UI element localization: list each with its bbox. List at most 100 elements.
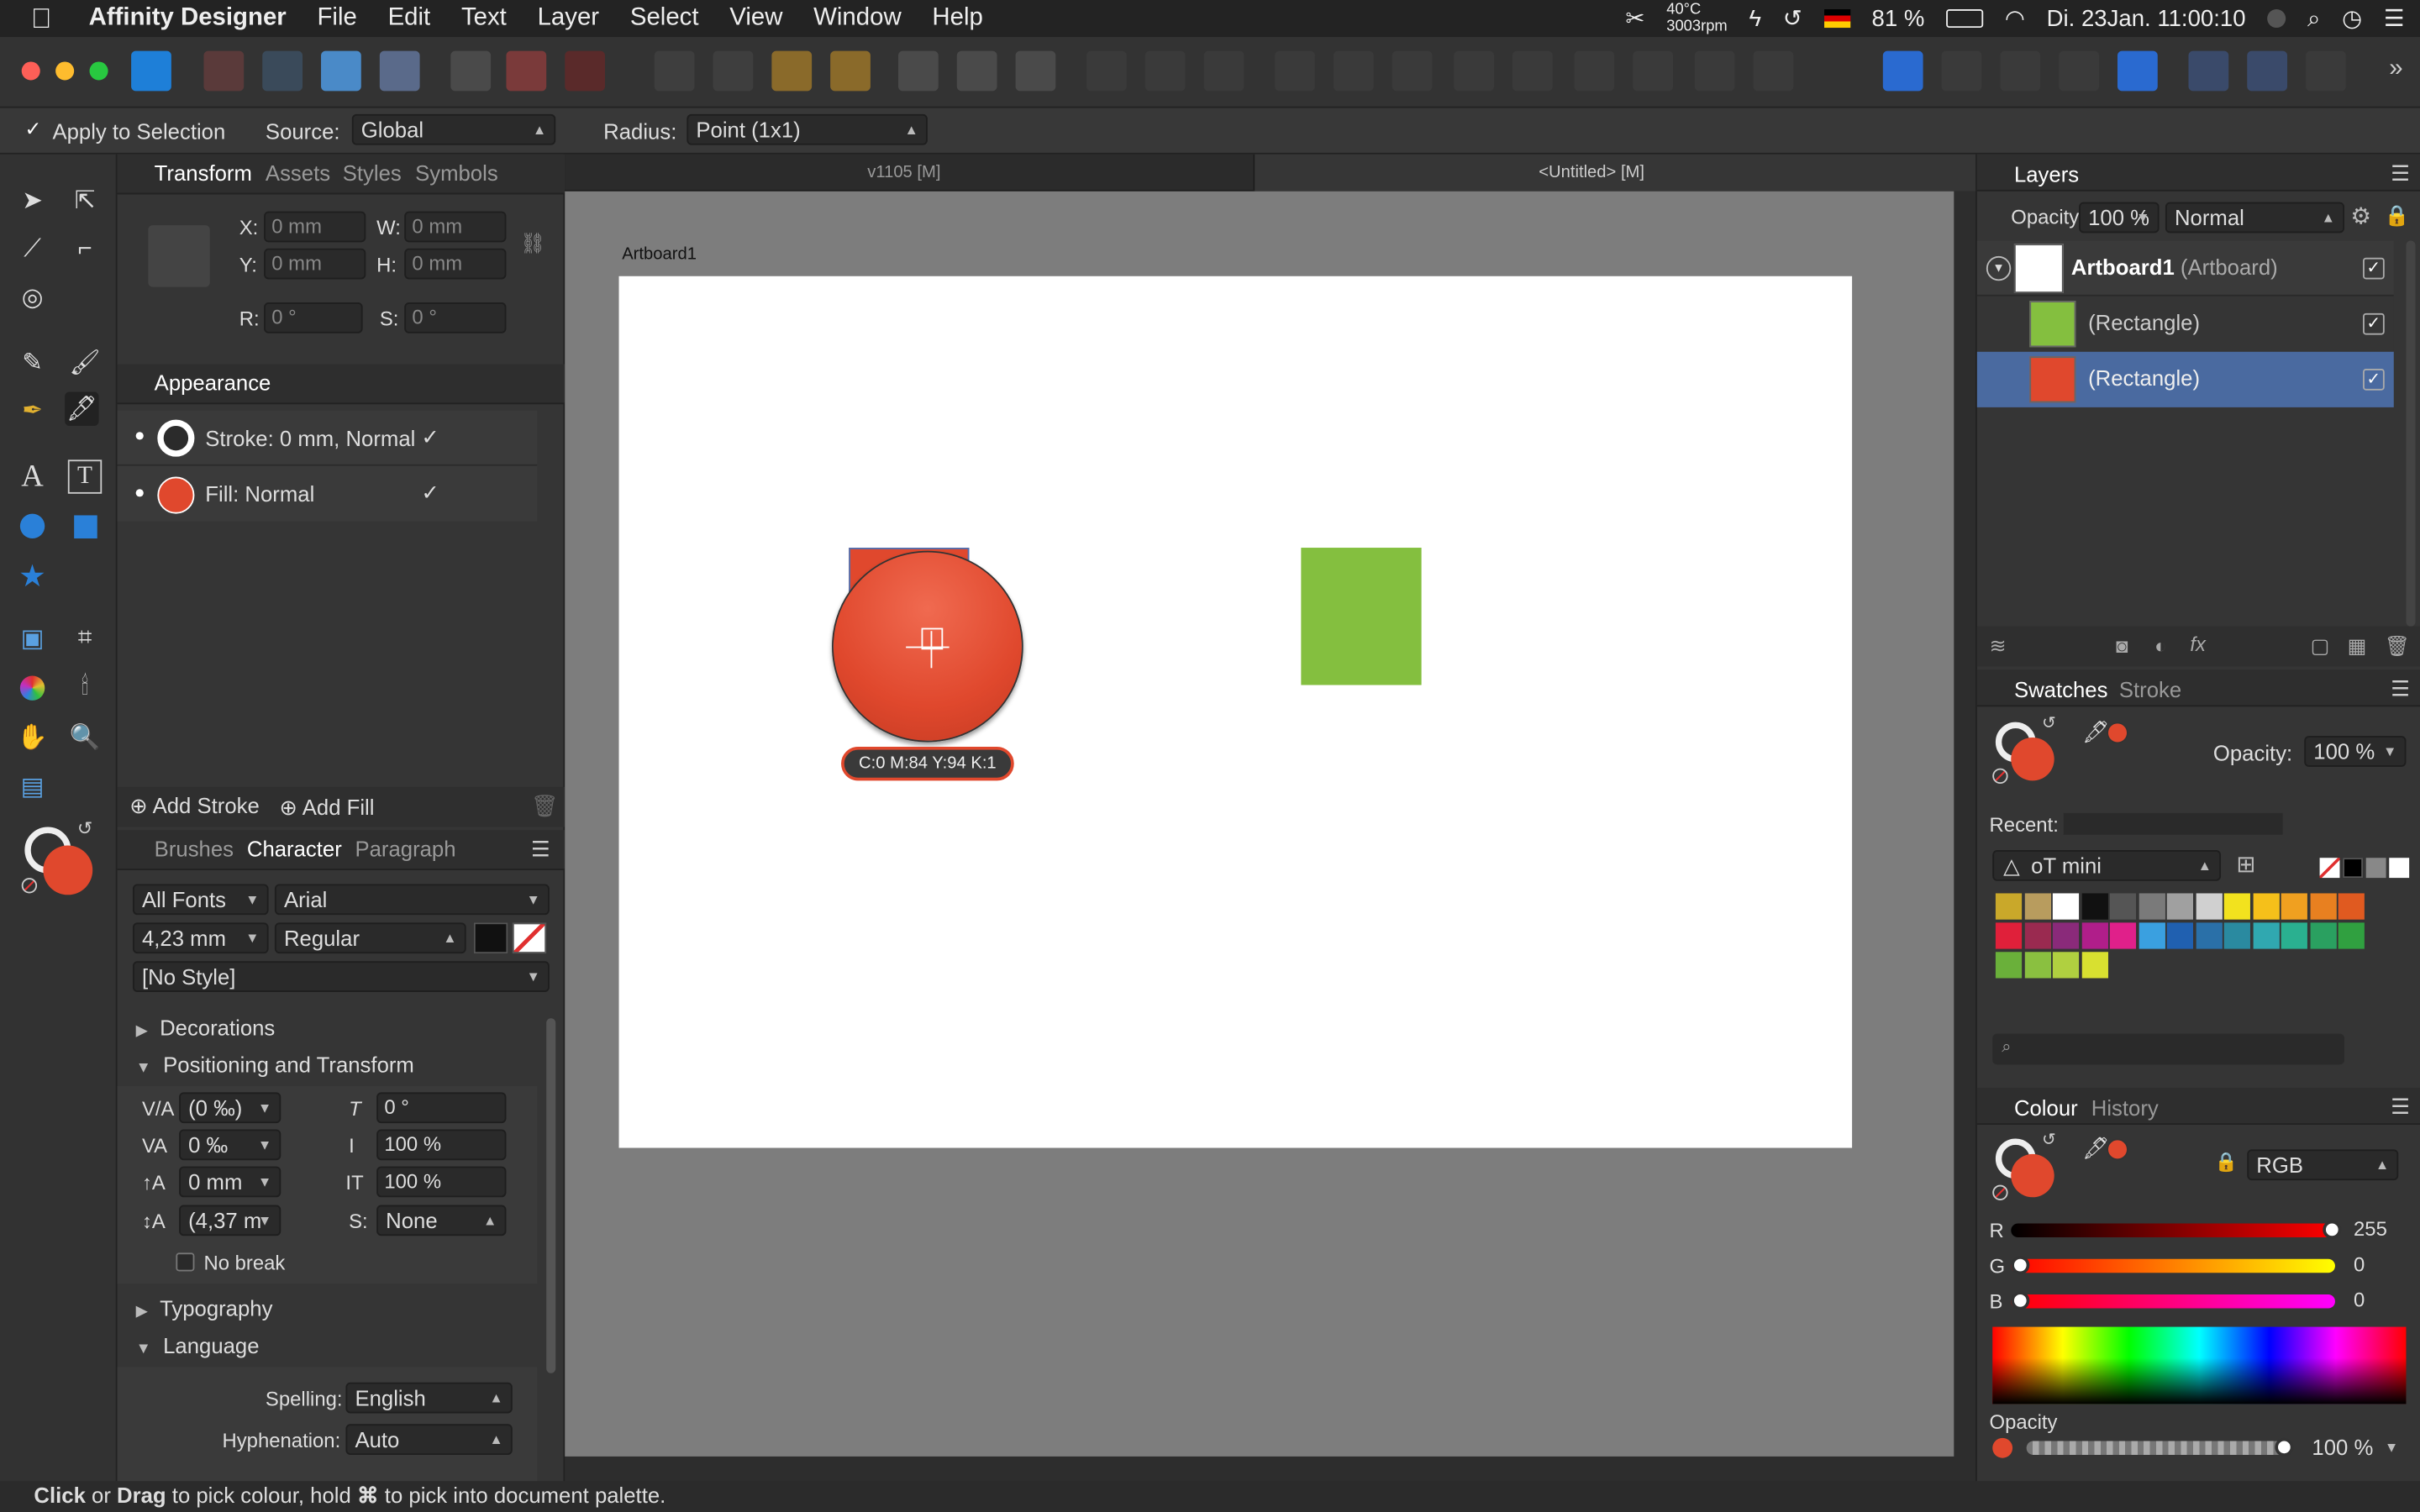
no-color-icon[interactable] [1992, 768, 2008, 785]
scissors-icon[interactable]: ✂ [1625, 5, 1644, 32]
colour-spectrum[interactable] [1992, 1326, 2407, 1404]
green-rectangle[interactable] [1301, 548, 1422, 685]
fill-tool-icon[interactable] [15, 671, 49, 705]
menu-layer[interactable]: Layer [538, 5, 600, 33]
brush-tool-icon[interactable]: 🖌 [68, 345, 102, 379]
node-tool-icon[interactable]: ⇱ [68, 184, 102, 218]
place-image-tool-icon[interactable]: ▣ [15, 622, 49, 655]
b-slider-track[interactable] [2011, 1294, 2335, 1309]
y-field[interactable]: 0 mm [264, 248, 366, 280]
bolt-icon[interactable]: ϟ [1749, 5, 1761, 31]
arrange-forward-icon[interactable] [713, 50, 754, 92]
rotate-left-icon[interactable] [1694, 50, 1735, 92]
colour-eyedropper-icon[interactable]: 🖋 [2082, 1136, 2110, 1162]
swatch[interactable] [2338, 922, 2365, 949]
h-field[interactable]: 0 mm [404, 248, 507, 280]
align-bottom-icon[interactable] [1392, 50, 1433, 92]
artboard[interactable]: C:0 M:84 Y:94 K:1 [618, 276, 1853, 1148]
character-scrollbar[interactable] [546, 1018, 556, 1373]
shear-field[interactable]: 0 ° [404, 302, 507, 333]
fill-stroke-selector[interactable]: ↺ [21, 817, 99, 898]
designer-persona-icon[interactable] [131, 50, 171, 92]
battery-icon[interactable] [1946, 9, 1984, 29]
cursor-status-icon[interactable] [2267, 9, 2286, 29]
geometry-xor-icon[interactable] [2059, 50, 2099, 92]
tab-transform[interactable]: Transform [155, 160, 252, 185]
pencil-tool-icon[interactable]: ✎ [15, 345, 49, 379]
g-slider-thumb[interactable] [2011, 1256, 2030, 1275]
snap-bounds-icon[interactable] [2247, 50, 2288, 92]
g-slider-track[interactable] [2011, 1258, 2335, 1273]
swatch-opacity-field[interactable]: 100 % ▼ [2304, 736, 2407, 767]
group-icon[interactable]: ▦ [2348, 634, 2367, 659]
menu-view[interactable]: View [729, 5, 782, 33]
radius-dropdown[interactable]: Point (1x1) ▲ [687, 113, 928, 145]
contour-tool-icon[interactable]: ◎ [15, 281, 49, 314]
swatch[interactable] [1995, 922, 2023, 949]
clock-icon[interactable]: ◷ [2342, 5, 2362, 32]
layer-row-artboard[interactable]: ▼ Artboard1 (Artboard) ✓ [1976, 240, 2394, 297]
swatch[interactable] [2195, 893, 2222, 920]
arrange-back-icon[interactable] [654, 50, 695, 92]
colour-picked-dot[interactable] [2107, 1138, 2128, 1161]
view-tool-icon[interactable]: ✋ [15, 721, 49, 754]
snap-pixel-icon[interactable] [2306, 50, 2346, 92]
panel-menu-icon[interactable]: ☰ [2391, 1094, 2410, 1120]
add-fill-button[interactable]: ⊕ Add Fill [279, 795, 374, 821]
rectangle-tool-icon[interactable] [68, 509, 102, 543]
palette-dropdown[interactable]: △ oT mini ▲ [1992, 850, 2222, 881]
swatch[interactable] [2023, 952, 2051, 979]
b-value-field[interactable]: 0 [2348, 1287, 2407, 1318]
swatch[interactable] [2081, 952, 2108, 979]
intersect-boolean-icon[interactable] [1015, 50, 1056, 92]
tracking-field[interactable]: 0 ‰ ▼ [179, 1129, 281, 1161]
star-tool-icon[interactable]: ★ [15, 559, 49, 593]
distribute-h-icon[interactable] [1454, 50, 1494, 92]
font-size-field[interactable]: 4,23 mm ▼ [132, 922, 269, 954]
swatch[interactable] [2281, 893, 2307, 920]
align-right-icon[interactable] [1203, 50, 1244, 92]
blend-mode-dropdown[interactable]: Normal ▲ [2165, 202, 2345, 234]
menu-text[interactable]: Text [461, 5, 507, 33]
magnet-icon[interactable] [565, 50, 606, 92]
tab-assets[interactable]: Assets [266, 160, 330, 185]
grid-icon[interactable] [450, 50, 492, 92]
swatch[interactable] [2023, 893, 2051, 920]
add-boolean-icon[interactable] [897, 50, 939, 92]
zoom-tool-icon[interactable]: 🔍 [68, 721, 102, 754]
palette-grid-icon[interactable]: ⊞ [2236, 850, 2255, 878]
swatch[interactable] [2195, 922, 2222, 949]
wifi-icon[interactable]: ◠ [2005, 5, 2025, 32]
tab-colour[interactable]: Colour [2014, 1095, 2078, 1120]
layer-row-green-rect[interactable]: (Rectangle) ✓ [1976, 296, 2394, 352]
snap-grid-icon[interactable] [2188, 50, 2229, 92]
text-stroke-color[interactable] [512, 922, 547, 954]
tab-stroke[interactable]: Stroke [2119, 677, 2181, 701]
pen-tool-icon[interactable]: ✒ [15, 393, 49, 427]
swatch[interactable] [2081, 922, 2108, 949]
layer-settings-icon[interactable]: ⚙ [2350, 202, 2371, 229]
fx-icon[interactable]: fx [2190, 633, 2206, 656]
apple-icon[interactable]:  [31, 3, 52, 35]
canvas-area[interactable]: Artboard1 C:0 M:84 Y:94 K:1 [565, 191, 1954, 1457]
stroke-row[interactable]: Stroke: 0 mm, Normal ✓ [117, 410, 538, 466]
font-weight-dropdown[interactable]: Regular ▲ [274, 922, 466, 954]
layer-lock-icon[interactable]: 🔒 [2385, 203, 2410, 228]
swap-colors-icon[interactable]: ↺ [2042, 1129, 2056, 1149]
menu-app-name[interactable]: Affinity Designer [89, 5, 287, 33]
toolbar-overflow-icon[interactable]: » [2389, 55, 2402, 83]
swatch[interactable] [1995, 952, 2023, 979]
swatch[interactable] [2309, 893, 2336, 920]
battery-percent[interactable]: 81 % [1872, 5, 1925, 31]
language-section[interactable]: ▼ Language [136, 1333, 260, 1357]
corner-tool-icon[interactable]: ⌐ [68, 233, 102, 266]
swatch[interactable] [2166, 922, 2194, 949]
slice-tool-icon[interactable]: ▤ [15, 770, 49, 804]
fill-well[interactable] [43, 845, 93, 895]
swatch[interactable] [2109, 893, 2137, 920]
share-icon[interactable] [321, 50, 361, 92]
flip-h-icon[interactable] [1574, 50, 1615, 92]
swatch[interactable] [2138, 893, 2165, 920]
clock-datetime[interactable]: Di. 23Jan. 11:00:10 [2047, 5, 2246, 31]
font-family-dropdown[interactable]: Arial ▼ [274, 884, 550, 916]
